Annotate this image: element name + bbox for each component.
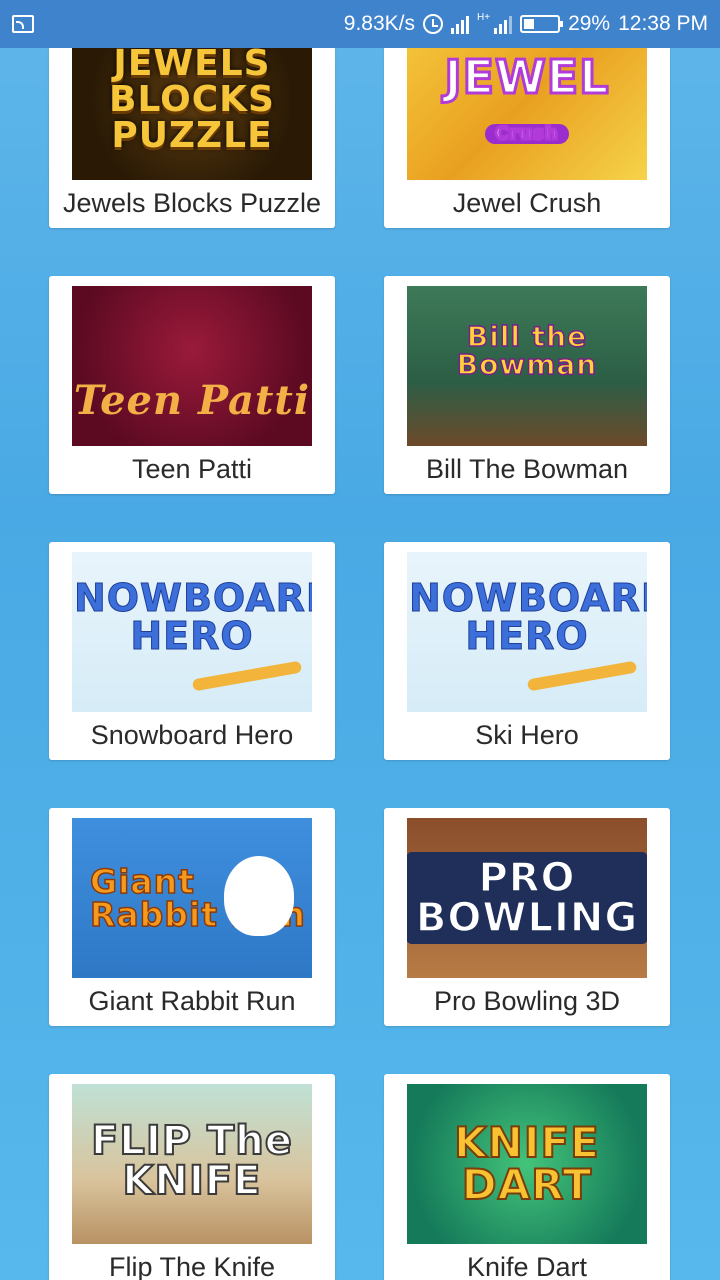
thumbnail-title: SNOWBOARD HERO [72, 576, 312, 658]
thumbnail-title-main: JEWEL [443, 50, 610, 104]
thumbnail-title: JEWELS BLOCKS PUZZLE [109, 43, 275, 156]
game-title: Giant Rabbit Run [88, 986, 296, 1016]
network-type: H+ [477, 11, 491, 23]
game-card-knife-dart[interactable]: KNIFE DART Knife Dart [384, 1074, 670, 1280]
signal-strength-icon [451, 14, 470, 34]
game-title: Knife Dart [466, 1252, 588, 1280]
battery-percent: 29% [568, 12, 611, 35]
game-card-ski-hero[interactable]: SNOWBOARD HERO Ski Hero [384, 542, 670, 760]
game-thumbnail: SNOWBOARD HERO [72, 552, 312, 712]
thumbnail-title: Bill the Bowman [456, 320, 598, 381]
game-title: Teen Patti [131, 454, 253, 484]
game-card-giant-rabbit-run[interactable]: Giant Rabbit Run Giant Rabbit Run [49, 808, 335, 1026]
game-card-snowboard-hero[interactable]: SNOWBOARD HERO Snowboard Hero [49, 542, 335, 760]
game-title: Flip The Knife [108, 1252, 276, 1280]
rabbit-graphic [224, 856, 294, 936]
game-thumbnail: PRO BOWLING [407, 818, 647, 978]
game-thumbnail: SNOWBOARD HERO [407, 552, 647, 712]
clock: 12:38 PM [618, 12, 708, 35]
thumbnail-title: Teen Patti [73, 377, 311, 424]
status-bar: 9.83K/s H+ 29% 12:38 PM [0, 0, 720, 48]
game-card-bill-the-bowman[interactable]: Bill the Bowman Bill The Bowman [384, 276, 670, 494]
thumbnail-subtitle: Crush [485, 123, 569, 144]
games-grid: JEWELS BLOCKS PUZZLE Jewels Blocks Puzzl… [0, 0, 720, 1280]
alarm-icon [423, 14, 444, 34]
signal-strength-icon-2 [494, 14, 513, 34]
game-thumbnail: Giant Rabbit Run [72, 818, 312, 978]
game-thumbnail: KNIFE DART [407, 1084, 647, 1244]
thumbnail-title: KNIFE DART [453, 1118, 600, 1209]
snowboard-graphic [191, 660, 303, 692]
thumbnail-title: FLIP The KNIFE [90, 1118, 293, 1204]
battery-icon [520, 15, 564, 33]
game-title: Ski Hero [475, 720, 579, 750]
game-title: Jewel Crush [452, 188, 602, 218]
game-title: Pro Bowling 3D [433, 986, 621, 1016]
thumbnail-title: PRO BOWLING [407, 852, 647, 944]
game-title: Bill The Bowman [425, 454, 629, 484]
game-thumbnail: FLIP The KNIFE [72, 1084, 312, 1244]
game-thumbnail: Bill the Bowman [407, 286, 647, 446]
game-title: Snowboard Hero [90, 720, 294, 750]
game-card-flip-the-knife[interactable]: FLIP The KNIFE Flip The Knife [49, 1074, 335, 1280]
game-card-teen-patti[interactable]: Teen Patti Teen Patti [49, 276, 335, 494]
screen-cast-icon [12, 15, 34, 33]
game-thumbnail: Teen Patti [72, 286, 312, 446]
thumbnail-title: SNOWBOARD HERO [407, 576, 647, 658]
thumbnail-title: JEWEL Crush [443, 53, 610, 146]
game-title: Jewels Blocks Puzzle [62, 188, 322, 218]
network-speed: 9.83K/s [343, 12, 416, 35]
game-card-pro-bowling-3d[interactable]: PRO BOWLING Pro Bowling 3D [384, 808, 670, 1026]
snowboard-graphic [526, 660, 638, 692]
